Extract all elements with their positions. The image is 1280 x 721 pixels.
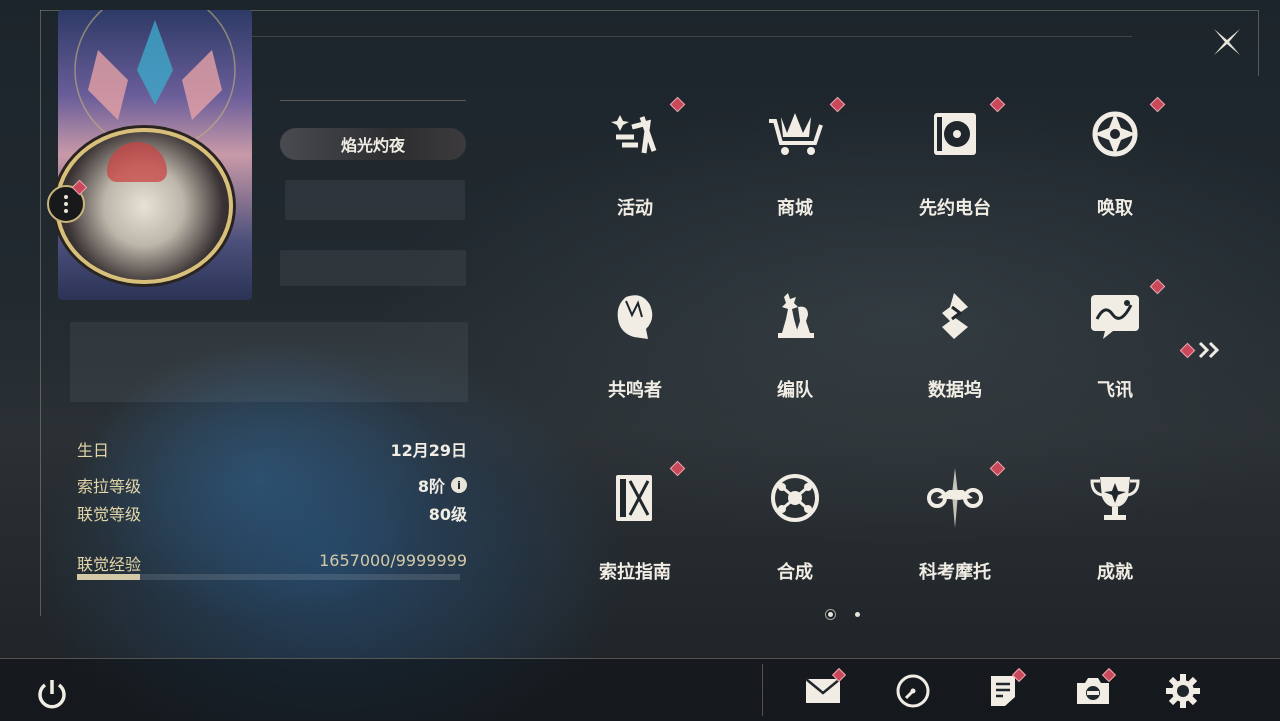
new-badge — [669, 96, 686, 113]
notes-button[interactable] — [980, 667, 1027, 712]
stat-label: 生日 — [77, 441, 110, 460]
settings-icon — [1166, 674, 1200, 708]
frame-inner-line — [252, 36, 1132, 37]
new-badge — [829, 96, 846, 113]
uid-area-blurred — [285, 180, 465, 220]
close-icon — [1214, 29, 1240, 55]
menu-item-label: 编队 — [777, 380, 813, 401]
menu-item-label: 数据坞 — [928, 380, 982, 401]
stat-label: 联觉经验 — [77, 555, 142, 574]
radio-icon — [923, 102, 987, 166]
clock-button[interactable] — [890, 670, 936, 712]
camera-button[interactable] — [1070, 667, 1117, 712]
summon-icon — [1083, 102, 1147, 166]
menu-item-resonator[interactable]: 共鸣者 — [555, 272, 715, 422]
new-badge — [989, 96, 1006, 113]
menu-item-label: 索拉指南 — [599, 562, 671, 583]
menu-item-label: 共鸣者 — [608, 380, 662, 401]
signature-area-blurred — [280, 250, 466, 286]
menu-item-label: 先约电台 — [919, 198, 991, 219]
stat-birthday: 生日 12月29日 — [77, 437, 467, 461]
stat-label: 索拉等级 — [77, 477, 142, 496]
page-indicator — [828, 612, 860, 617]
settings-button[interactable] — [1160, 670, 1206, 712]
frame-right-line — [1258, 10, 1259, 76]
stat-union-level: 联觉等级 80级 — [77, 501, 467, 525]
stat-value: 12月29日 — [390, 441, 467, 460]
power-icon — [38, 680, 66, 709]
next-page-button[interactable] — [1179, 340, 1223, 360]
activity-icon — [603, 102, 667, 166]
mail-button[interactable] — [800, 667, 847, 712]
name-divider — [280, 100, 466, 101]
menu-item-summon[interactable]: 唤取 — [1035, 90, 1195, 240]
new-badge — [669, 460, 686, 477]
menu-item-guide[interactable]: 索拉指南 — [555, 454, 715, 604]
dock-divider — [762, 664, 763, 716]
mail-icon — [805, 678, 841, 703]
double-chevron-right-icon — [1198, 341, 1220, 359]
guide-icon — [603, 466, 667, 530]
exp-progress-fill — [77, 574, 141, 580]
new-badge — [1149, 96, 1166, 113]
new-badge — [1149, 278, 1166, 295]
menu-item-motorcycle[interactable]: 科考摩托 — [875, 454, 1035, 604]
synthesis-icon — [763, 466, 827, 530]
menu-item-label: 活动 — [617, 198, 653, 219]
page-dot-2[interactable] — [855, 612, 860, 617]
page-dot-1[interactable] — [828, 612, 833, 617]
menu-item-team[interactable]: 编队 — [715, 272, 875, 422]
notes-icon — [991, 676, 1015, 706]
player-name: 焰光灼夜 — [340, 136, 405, 155]
resonator-icon — [603, 284, 667, 348]
menu-item-data-bank[interactable]: 数据坞 — [875, 272, 1035, 422]
stat-sola-level: 索拉等级 8阶 i — [77, 473, 467, 497]
info-icon[interactable]: i — [451, 477, 467, 493]
motorcycle-icon — [923, 466, 987, 530]
stat-label: 联觉等级 — [77, 505, 142, 524]
menu-item-label: 唤取 — [1097, 198, 1133, 219]
name-badge[interactable]: 焰光灼夜 — [280, 128, 466, 160]
power-button[interactable] — [30, 672, 74, 716]
menu-item-activity[interactable]: 活动 — [555, 90, 715, 240]
clock-icon — [896, 674, 930, 708]
dot — [64, 209, 68, 213]
dot — [64, 202, 68, 206]
message-icon — [1083, 284, 1147, 348]
stat-value: 80级 — [428, 505, 467, 524]
team-icon — [763, 284, 827, 348]
menu-item-shop[interactable]: 商城 — [715, 90, 875, 240]
stat-union-exp: 联觉经验 1657000/9999999 — [77, 551, 467, 575]
menu-item-label: 成就 — [1097, 562, 1133, 583]
dot — [64, 195, 68, 199]
bio-area-blurred — [70, 322, 468, 402]
stat-value: 8阶 — [417, 477, 445, 496]
close-button[interactable] — [1203, 18, 1251, 66]
menu-item-synthesis[interactable]: 合成 — [715, 454, 875, 604]
frame-left-line — [40, 10, 41, 616]
menu-item-label: 飞讯 — [1097, 380, 1133, 401]
menu-item-radio[interactable]: 先约电台 — [875, 90, 1035, 240]
new-badge — [989, 460, 1006, 477]
data-bank-icon — [923, 284, 987, 348]
trophy-icon — [1083, 466, 1147, 530]
menu-item-label: 合成 — [777, 562, 813, 583]
stat-value: 1657000/9999999 — [319, 551, 467, 570]
exp-progress-bar — [77, 574, 460, 580]
menu-item-label: 商城 — [777, 198, 813, 219]
shop-icon — [763, 102, 827, 166]
stat-value-wrap: 8阶 i — [418, 473, 467, 497]
menu-item-achievements[interactable]: 成就 — [1035, 454, 1195, 604]
menu-item-label: 科考摩托 — [919, 562, 991, 583]
new-badge — [1179, 342, 1196, 358]
menu-item-message[interactable]: 飞讯 — [1035, 272, 1195, 422]
